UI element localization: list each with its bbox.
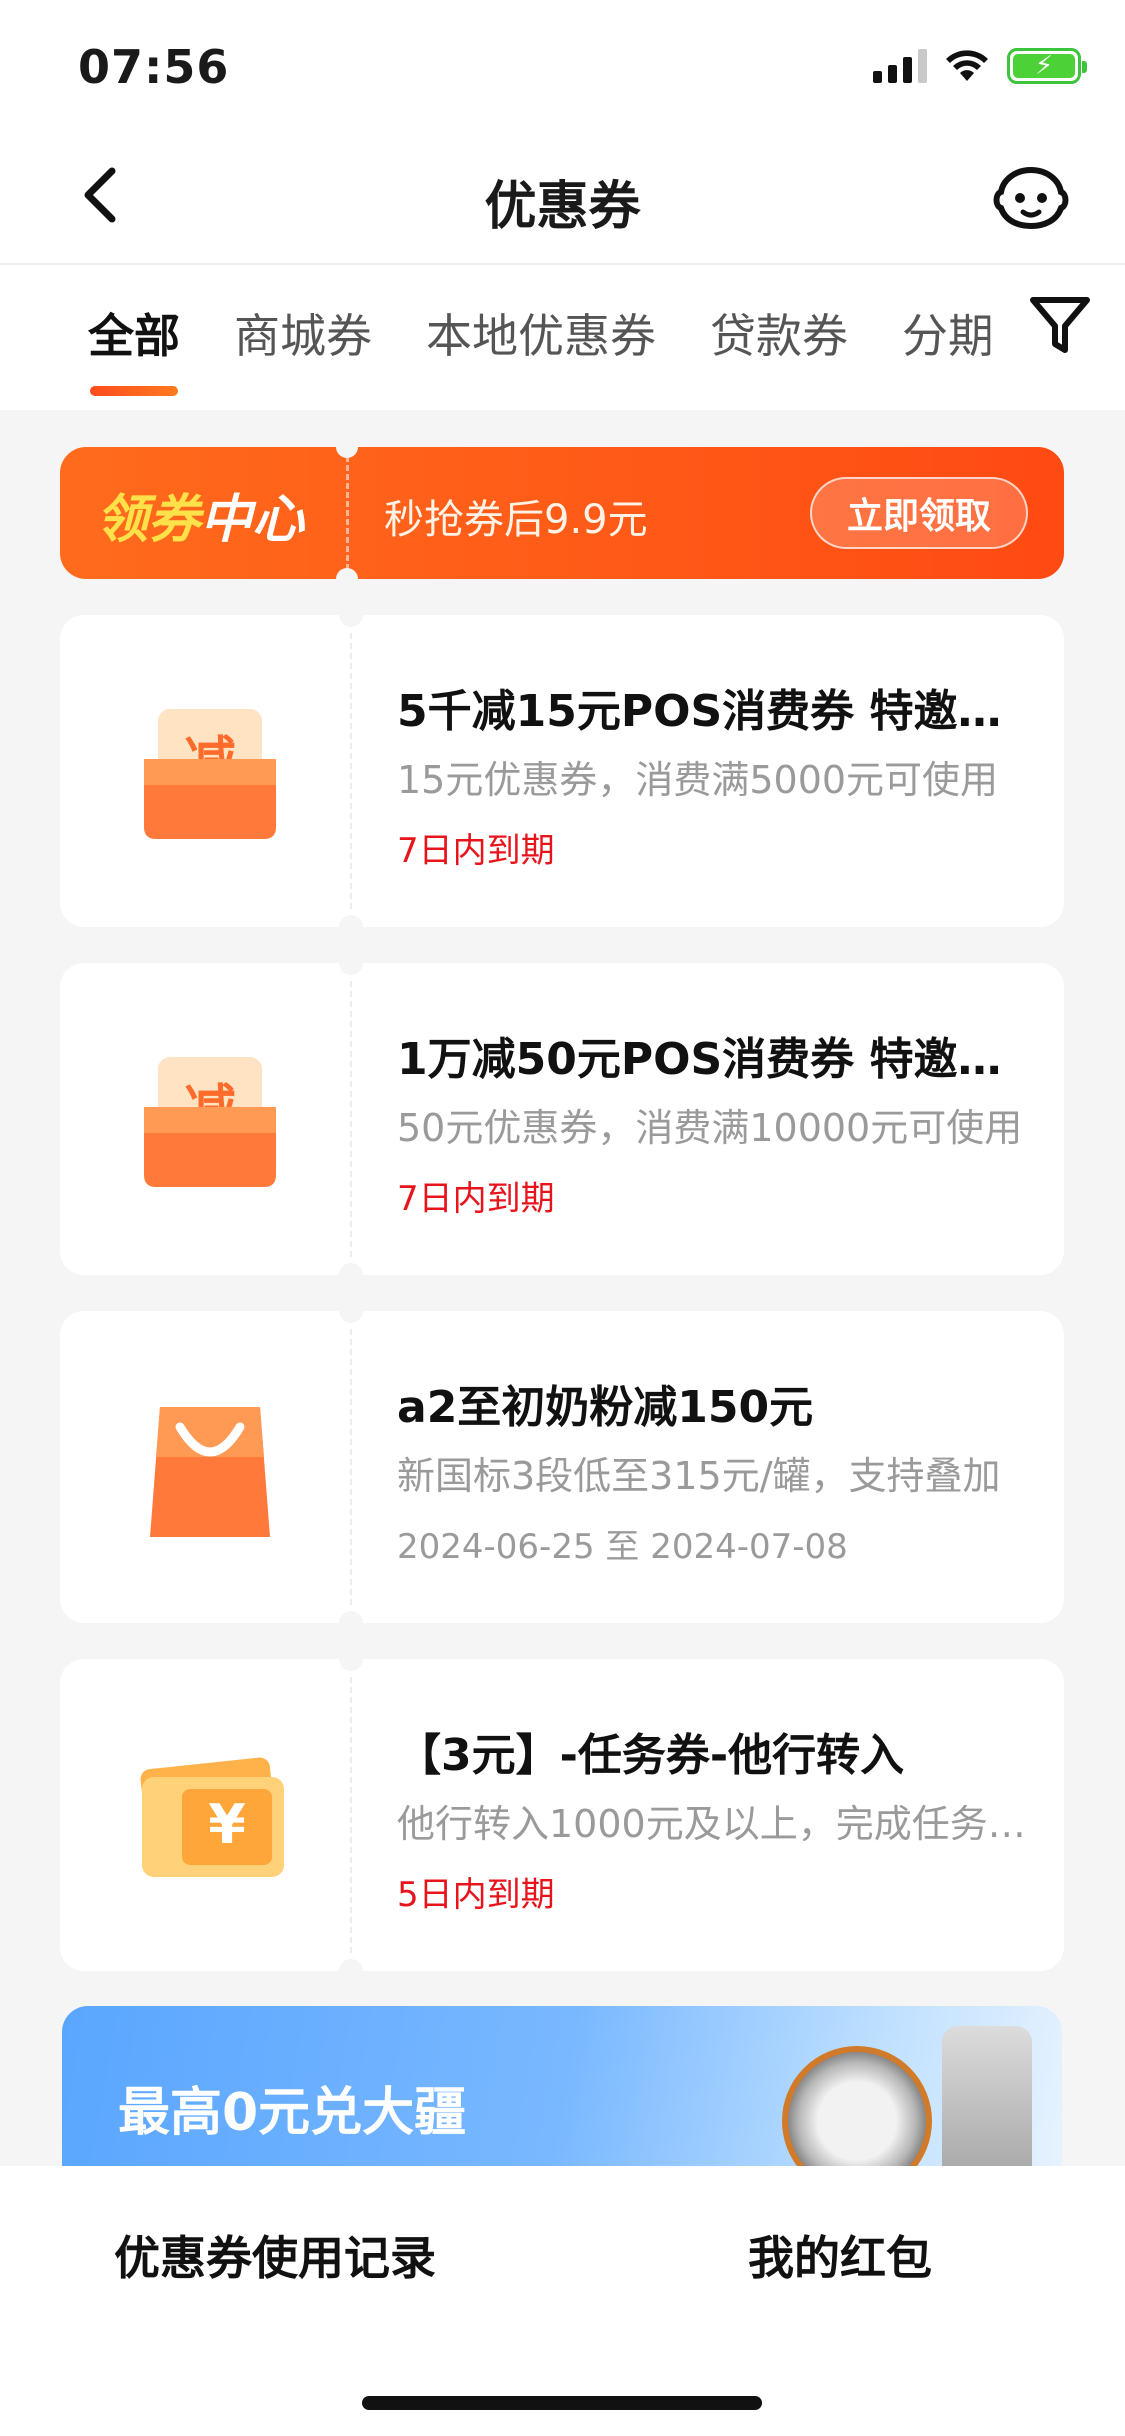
card-notch (339, 915, 363, 939)
coupon-card[interactable]: ¥ 【3元】-任务券-他行转入 他行转入1000元及以上，完成任务可得 5日内到… (60, 1647, 1064, 1983)
card-notch (339, 1299, 363, 1323)
coupon-validity: 2024-06-25 至 2024-07-08 (397, 1527, 848, 1567)
tab-local-coupon[interactable]: 本地优惠券 (426, 300, 656, 366)
card-divider (350, 1329, 352, 1605)
card-divider (350, 1677, 352, 1953)
tab-loan-coupon[interactable]: 贷款券 (710, 300, 848, 366)
card-notch (339, 1959, 363, 1983)
coupon-desc: 他行转入1000元及以上，完成任务可得 (397, 1802, 1037, 1846)
tab-installment[interactable]: 分期 (902, 300, 994, 366)
banner-divider (346, 447, 349, 579)
card-notch (339, 951, 363, 975)
banner-notch (336, 436, 358, 458)
card-notch (339, 1263, 363, 1287)
coupon-expiry: 5日内到期 (397, 1875, 555, 1915)
card-divider (350, 981, 352, 1257)
coupon-center-logo: 领券中心 (96, 490, 305, 550)
promo-title: 最高0元兑大疆 (118, 2083, 467, 2143)
claim-now-button[interactable]: 立即领取 (810, 477, 1028, 549)
filter-icon (1030, 297, 1090, 353)
card-divider (350, 633, 352, 909)
card-notch (339, 1611, 363, 1635)
yuan-ticket-icon: ¥ (140, 1757, 284, 1877)
card-notch (339, 603, 363, 627)
coupon-title: 5千减15元POS消费券 特邀客户专享 (397, 686, 1037, 737)
banner-text: 秒抢券后9.9元 (384, 497, 648, 543)
wifi-icon (946, 50, 988, 81)
coupon-desc: 50元优惠券，消费满10000元可使用 (397, 1106, 1023, 1150)
my-red-packet-button[interactable]: 我的红包 (748, 2222, 932, 2288)
nav-divider (0, 263, 1125, 265)
svg-text:¥: ¥ (208, 1793, 246, 1856)
assistant-button[interactable] (993, 162, 1069, 232)
coupon-title: 1万减50元POS消费券 特邀客户专享 (397, 1034, 1037, 1085)
coupon-desc: 新国标3段低至315元/罐，支持叠加 (397, 1454, 1001, 1498)
page-title: 优惠券 (484, 177, 641, 237)
coupon-card[interactable]: a2至初奶粉减150元 新国标3段低至315元/罐，支持叠加 2024-06-2… (60, 1299, 1064, 1635)
card-notch (339, 1647, 363, 1671)
tab-all[interactable]: 全部 (88, 300, 180, 396)
coupon-center-banner[interactable]: 领券中心 秒抢券后9.9元 立即领取 (60, 436, 1064, 590)
coupon-desc: 15元优惠券，消费满5000元可使用 (397, 758, 999, 802)
discount-envelope-icon: 减 (144, 1057, 276, 1187)
coupon-expiry: 7日内到期 (397, 831, 555, 871)
tab-mall-coupon[interactable]: 商城券 (234, 300, 372, 366)
coupon-title: 【3元】-任务券-他行转入 (397, 1730, 905, 1781)
banner-notch (336, 568, 358, 590)
status-time: 07:56 (78, 40, 230, 94)
robot-assistant-icon (993, 166, 1069, 230)
shopping-bag-icon (150, 1407, 270, 1537)
coupon-card[interactable]: 减 1万减50元POS消费券 特邀客户专享 50元优惠券，消费满10000元可使… (60, 951, 1064, 1287)
coupon-title: a2至初奶粉减150元 (397, 1382, 814, 1433)
coupon-expiry: 7日内到期 (397, 1179, 555, 1219)
filter-button[interactable] (1025, 290, 1095, 360)
battery-charging-icon: ⚡ (1007, 48, 1087, 84)
discount-envelope-icon: 减 (144, 709, 276, 839)
status-icons: ⚡ (873, 48, 1087, 84)
signal-icon (873, 49, 927, 83)
coupon-card[interactable]: 减 5千减15元POS消费券 特邀客户专享 15元优惠券，消费满5000元可使用… (60, 603, 1064, 939)
home-indicator (362, 2396, 762, 2410)
coupon-tabs: 全部 商城券 本地优惠券 贷款券 分期 (88, 300, 994, 396)
coupon-history-button[interactable]: 优惠券使用记录 (114, 2222, 436, 2288)
